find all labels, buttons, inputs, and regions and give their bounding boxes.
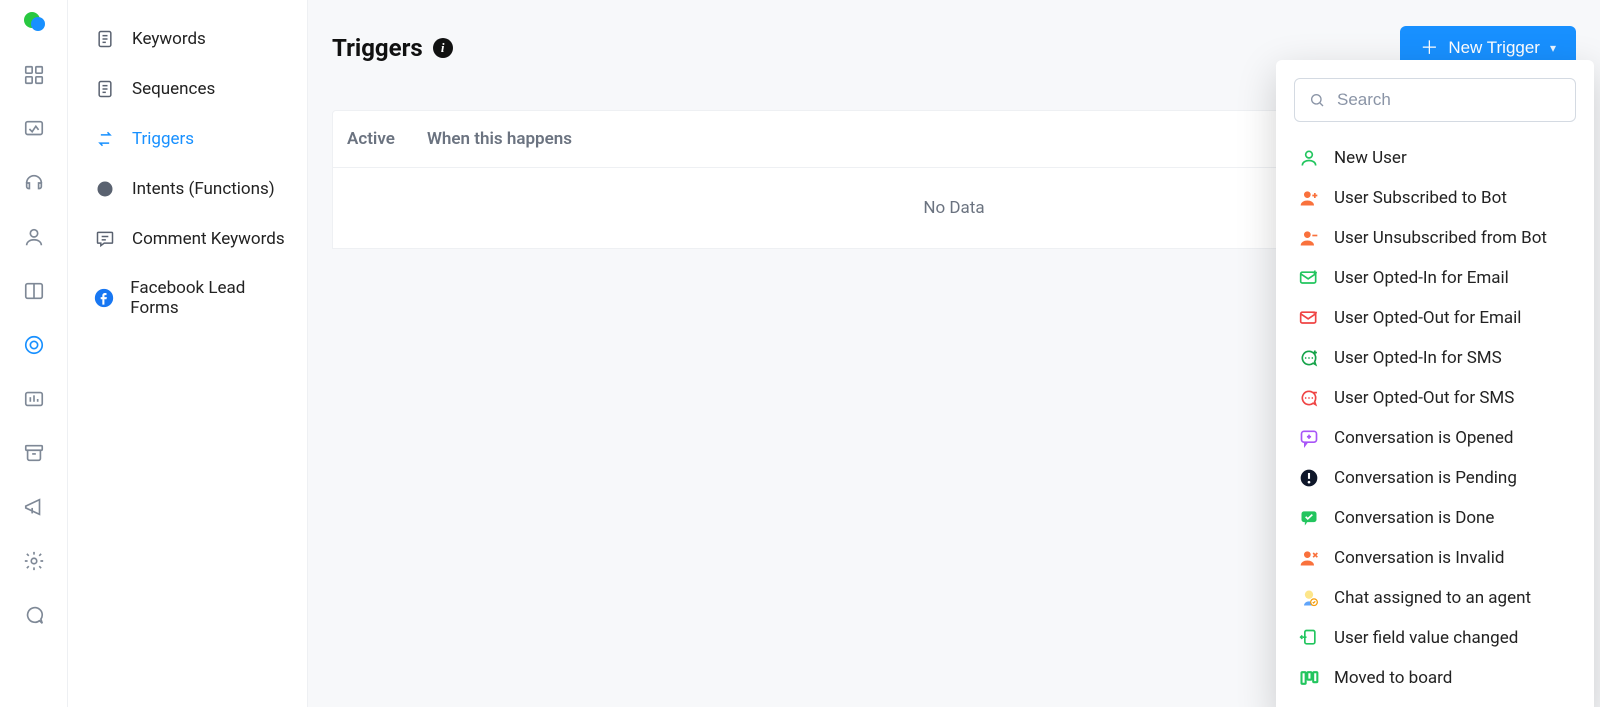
trigger-option-label: User field value changed — [1334, 628, 1518, 648]
user-x-icon — [1298, 547, 1320, 569]
user-plus-icon — [1298, 187, 1320, 209]
plus-icon: ＋ — [1420, 39, 1438, 57]
trigger-dropdown: New User User Subscribed to Bot User Unsub… — [1276, 60, 1594, 707]
trigger-option-label: Moved to board — [1334, 668, 1452, 688]
chevron-down-icon: ▾ — [1550, 41, 1556, 55]
main-content: Triggers i ＋ New Trigger ▾ Active When t… — [308, 0, 1600, 707]
sidebar-item-label: Triggers — [132, 129, 194, 149]
trigger-option-user-opted-out-for-sms[interactable]: User Opted-Out for SMS — [1294, 378, 1576, 418]
trigger-option-conversation-is-pending[interactable]: Conversation is Pending — [1294, 458, 1576, 498]
chat-plus-icon — [1298, 427, 1320, 449]
trigger-option-label: New User — [1334, 148, 1407, 168]
swap-doc-icon — [1298, 627, 1320, 649]
trigger-option-conversation-is-opened[interactable]: Conversation is Opened — [1294, 418, 1576, 458]
chat-check-icon — [1298, 507, 1320, 529]
rail-chat-icon[interactable] — [21, 602, 47, 628]
title-wrap: Triggers i — [332, 34, 453, 62]
app-root: Keywords Sequences Triggers Intents (Functi… — [0, 0, 1600, 707]
app-logo-icon[interactable] — [22, 10, 46, 34]
trigger-option-conversation-is-done[interactable]: Conversation is Done — [1294, 498, 1576, 538]
doc-icon — [94, 28, 116, 50]
trigger-option-label: Conversation is Invalid — [1334, 548, 1504, 568]
trigger-option-user-opted-in-for-email[interactable]: User Opted-In for Email — [1294, 258, 1576, 298]
sidebar-item-label: Facebook Lead Forms — [130, 278, 285, 318]
rail-analytics-icon[interactable] — [21, 116, 47, 142]
trigger-option-label: Chat assigned to an agent — [1334, 588, 1531, 608]
trigger-option-chat-assigned-to-an-agent[interactable]: Chat assigned to an agent — [1294, 578, 1576, 618]
sidebar-item-keywords[interactable]: Keywords — [68, 14, 307, 64]
doc-icon — [94, 78, 116, 100]
agent-icon — [1298, 587, 1320, 609]
trigger-option-label: User Opted-In for Email — [1334, 268, 1509, 288]
user-minus-icon — [1298, 227, 1320, 249]
trigger-option-moved-to-board[interactable]: Moved to board — [1294, 658, 1576, 698]
search-box[interactable] — [1294, 78, 1576, 122]
trigger-option-conversation-is-invalid[interactable]: Conversation is Invalid — [1294, 538, 1576, 578]
trigger-option-label: User Subscribed to Bot — [1334, 188, 1507, 208]
trigger-option-label: Conversation is Pending — [1334, 468, 1517, 488]
trigger-option-label: Conversation is Opened — [1334, 428, 1513, 448]
search-input[interactable] — [1335, 89, 1561, 111]
trigger-option-user-opted-out-for-email[interactable]: User Opted-Out for Email — [1294, 298, 1576, 338]
alert-icon — [1298, 467, 1320, 489]
trigger-option-label: User Unsubscribed from Bot — [1334, 228, 1547, 248]
rail-support-icon[interactable] — [21, 170, 47, 196]
page-title: Triggers — [332, 34, 423, 62]
info-icon[interactable]: i — [433, 38, 453, 58]
sidebar-item-label: Comment Keywords — [132, 229, 285, 249]
facebook-icon — [94, 287, 114, 309]
sidebar-item-comment-keywords[interactable]: Comment Keywords — [68, 214, 307, 264]
trigger-option-label: User Opted-In for SMS — [1334, 348, 1502, 368]
sidebar-item-facebook-lead-forms[interactable]: Facebook Lead Forms — [68, 264, 307, 332]
sidebar-item-label: Intents (Functions) — [132, 179, 275, 199]
trigger-option-new-user[interactable]: New User — [1294, 138, 1576, 178]
user-icon — [1298, 147, 1320, 169]
sms-plus-icon — [1298, 347, 1320, 369]
new-trigger-label: New Trigger — [1448, 38, 1540, 58]
col-active: Active — [347, 129, 427, 149]
trigger-option-list: New User User Subscribed to Bot User Unsub… — [1294, 138, 1576, 698]
sidebar-item-intents-functions-[interactable]: Intents (Functions) — [68, 164, 307, 214]
sidebar-item-label: Sequences — [132, 79, 215, 99]
rail-user-icon[interactable] — [21, 224, 47, 250]
mail-minus-icon — [1298, 307, 1320, 329]
rail-archive-icon[interactable] — [21, 440, 47, 466]
rail-automations-icon[interactable] — [21, 332, 47, 358]
board-icon — [1298, 667, 1320, 689]
rail-settings-icon[interactable] — [21, 548, 47, 574]
comment-icon — [94, 228, 116, 250]
sidebar-item-sequences[interactable]: Sequences — [68, 64, 307, 114]
nav-rail — [0, 0, 68, 707]
trigger-option-user-field-value-changed[interactable]: User field value changed — [1294, 618, 1576, 658]
mail-plus-icon — [1298, 267, 1320, 289]
rail-panel-icon[interactable] — [21, 278, 47, 304]
rail-dashboard-icon[interactable] — [21, 62, 47, 88]
rail-reports-icon[interactable] — [21, 386, 47, 412]
rail-broadcast-icon[interactable] — [21, 494, 47, 520]
trigger-option-label: Conversation is Done — [1334, 508, 1494, 528]
trigger-option-label: User Opted-Out for Email — [1334, 308, 1521, 328]
trigger-option-label: User Opted-Out for SMS — [1334, 388, 1514, 408]
swap-icon — [94, 128, 116, 150]
sidebar-item-triggers[interactable]: Triggers — [68, 114, 307, 164]
sidebar-item-label: Keywords — [132, 29, 206, 49]
sms-minus-icon — [1298, 387, 1320, 409]
brain-icon — [94, 178, 116, 200]
search-icon — [1309, 92, 1325, 108]
trigger-option-user-opted-in-for-sms[interactable]: User Opted-In for SMS — [1294, 338, 1576, 378]
automation-sidebar: Keywords Sequences Triggers Intents (Functi… — [68, 0, 308, 707]
trigger-option-user-unsubscribed-from-bot[interactable]: User Unsubscribed from Bot — [1294, 218, 1576, 258]
trigger-option-user-subscribed-to-bot[interactable]: User Subscribed to Bot — [1294, 178, 1576, 218]
